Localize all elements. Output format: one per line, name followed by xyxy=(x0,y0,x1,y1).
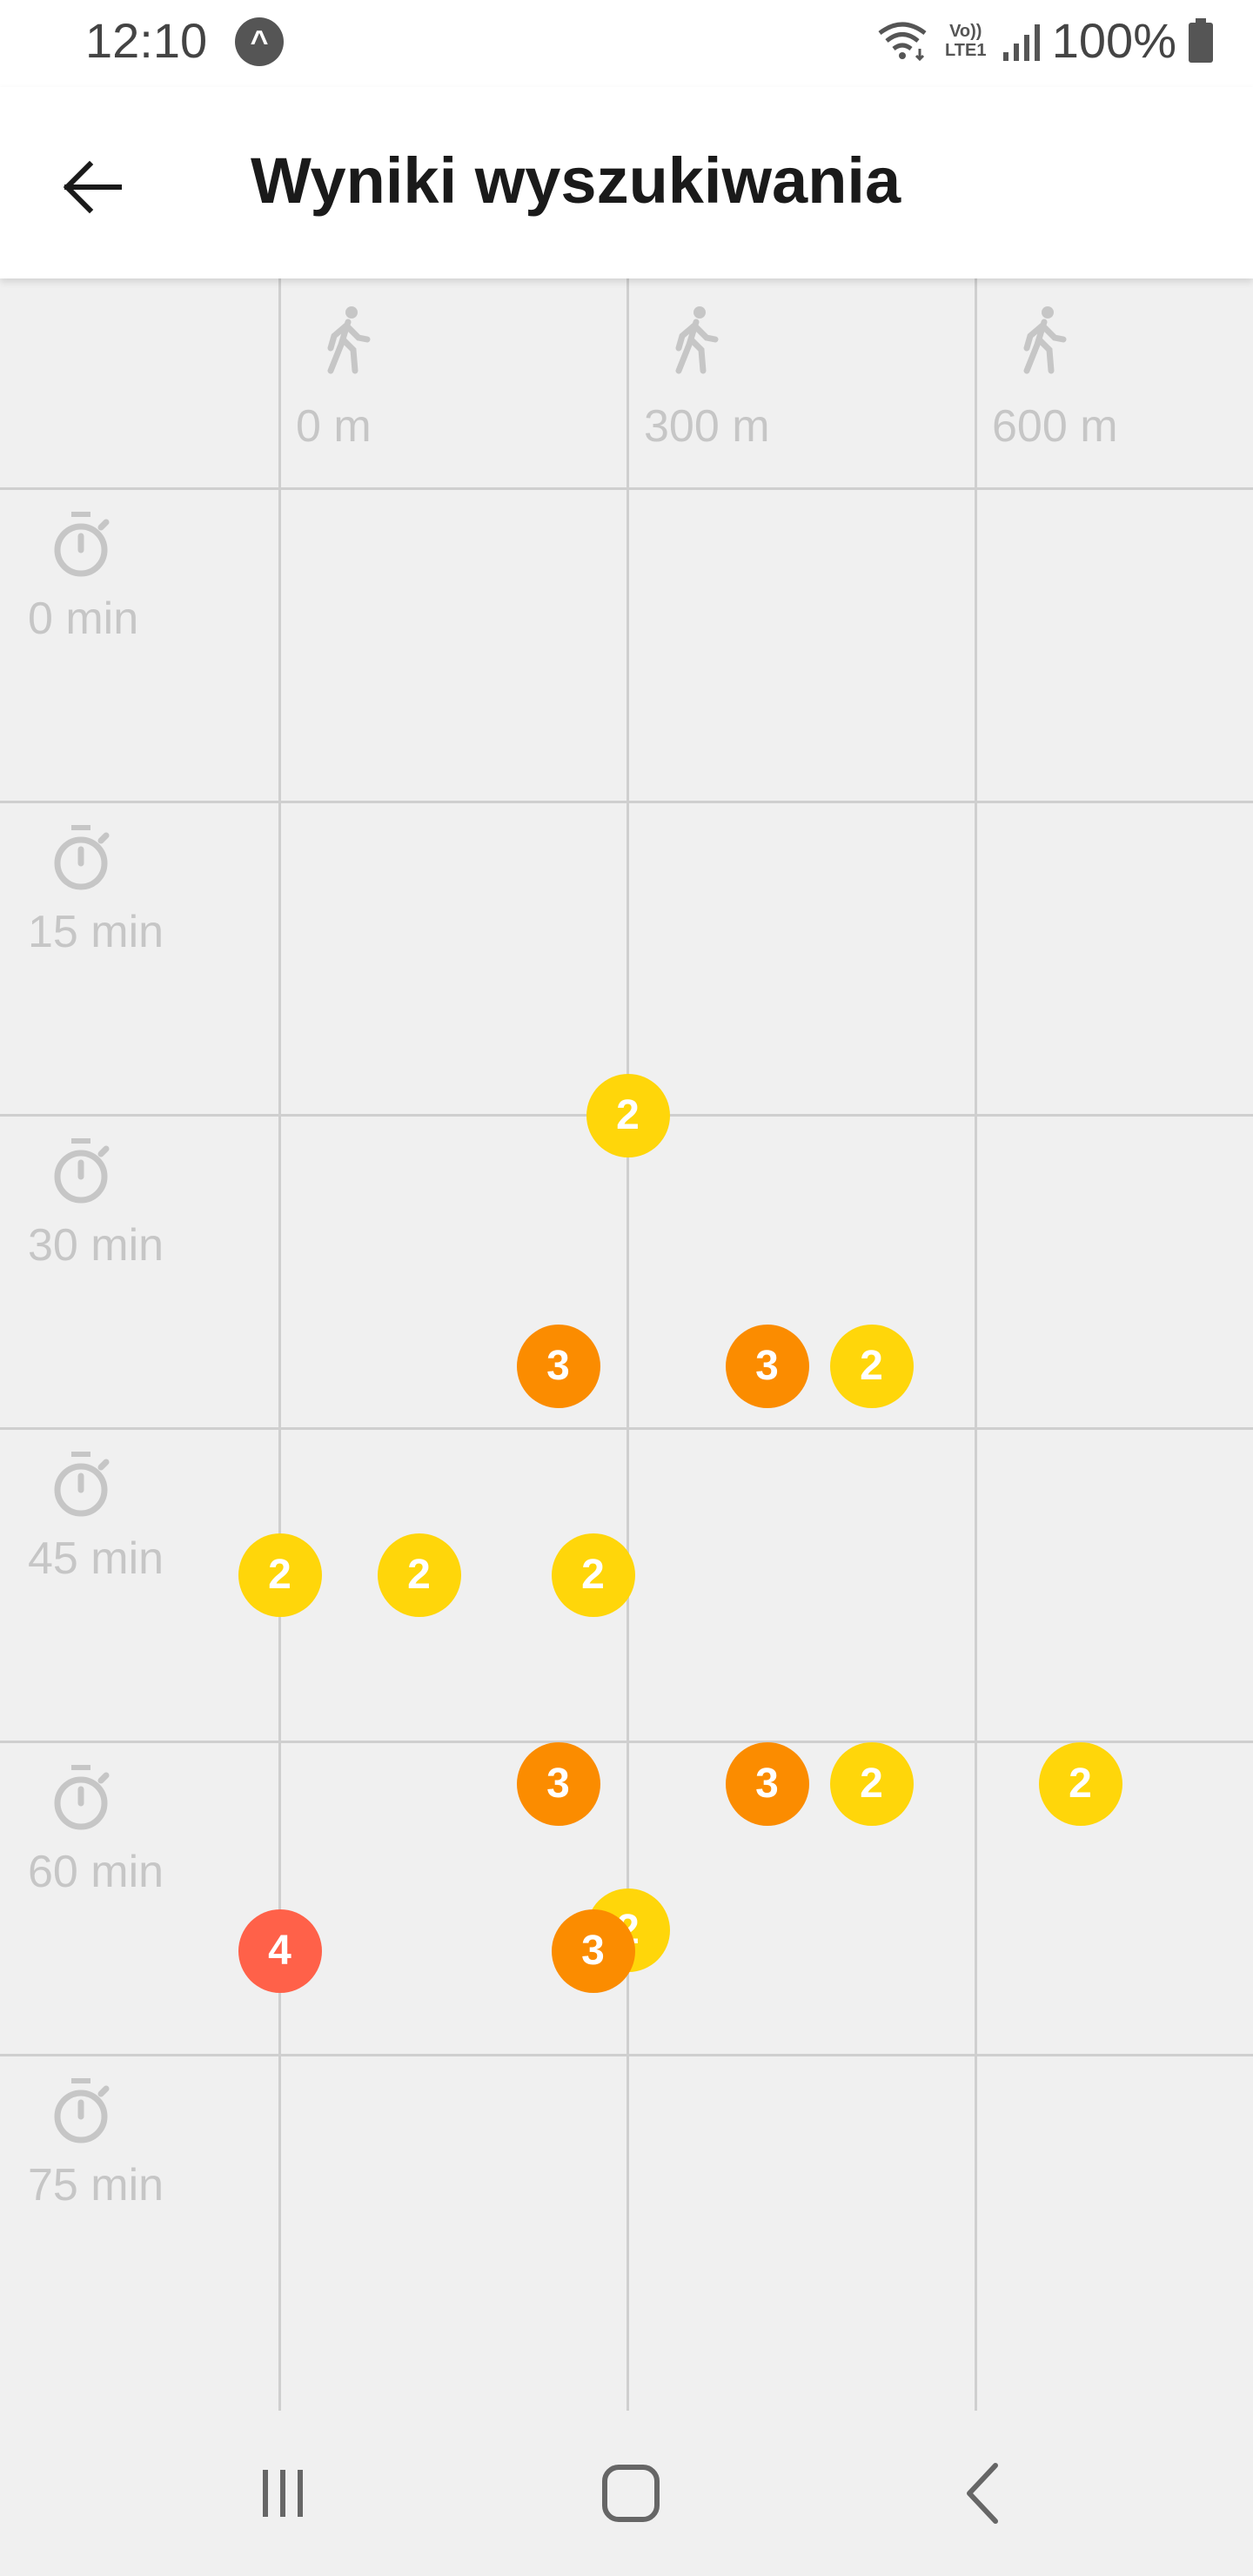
result-marker[interactable]: 2 xyxy=(377,1533,461,1617)
column-label: 600 m xyxy=(992,401,1118,452)
timer-icon xyxy=(54,1452,110,1517)
row-label: 30 min xyxy=(28,1220,164,1271)
system-nav-bar xyxy=(0,2411,1253,2576)
grid-line-h-1 xyxy=(0,801,1253,803)
result-marker[interactable]: 3 xyxy=(725,1324,809,1408)
app-bar: Wyniki wyszukiwania xyxy=(0,87,1253,278)
row-label: 0 min xyxy=(28,594,139,644)
grid-line-h-3 xyxy=(0,1427,1253,1430)
battery-percent: 100% xyxy=(1051,13,1176,68)
walk-icon xyxy=(1023,306,1067,374)
chevron-left-icon xyxy=(967,2463,998,2524)
column-label: 300 m xyxy=(644,401,770,452)
wifi-icon xyxy=(878,22,927,61)
result-marker[interactable]: 3 xyxy=(516,1741,600,1826)
walk-icon xyxy=(327,306,371,374)
signal-icon xyxy=(1002,23,1040,61)
result-marker[interactable]: 2 xyxy=(238,1533,322,1617)
page-title: Wyniki wyszukiwania xyxy=(251,144,901,217)
result-marker[interactable]: 2 xyxy=(829,1741,914,1826)
timer-icon xyxy=(54,512,110,577)
grid-line-h-5 xyxy=(0,2054,1253,2056)
grid-line-h-4 xyxy=(0,1741,1253,1743)
timer-icon xyxy=(54,825,110,890)
grid-line-v-2 xyxy=(975,278,977,2411)
row-label: 60 min xyxy=(28,1847,164,1897)
back-button[interactable] xyxy=(44,139,139,235)
row-label: 75 min xyxy=(28,2160,164,2210)
back-nav-button[interactable] xyxy=(922,2445,1044,2541)
status-right: Vo)) LTE1 100% xyxy=(874,12,1215,69)
walk-icon xyxy=(675,306,719,374)
status-bar: 12:10 ^ Vo)) LTE1 100% xyxy=(0,0,1253,87)
result-marker[interactable]: 2 xyxy=(1038,1741,1122,1826)
battery-icon xyxy=(1189,17,1213,63)
home-icon xyxy=(602,2465,660,2522)
recents-icon xyxy=(263,2470,303,2517)
timer-icon xyxy=(54,1765,110,1830)
grid-line-v-0 xyxy=(278,278,281,2411)
result-marker[interactable]: 3 xyxy=(551,1909,635,1993)
grid-line-v-1 xyxy=(626,278,629,2411)
result-marker[interactable]: 3 xyxy=(516,1324,600,1408)
timer-icon xyxy=(54,1138,110,1204)
result-marker[interactable]: 2 xyxy=(586,1073,670,1157)
result-marker[interactable]: 4 xyxy=(238,1909,322,1993)
network-type-label: Vo)) LTE1 xyxy=(945,21,987,60)
status-time: 12:10 xyxy=(85,13,208,68)
result-marker[interactable]: 3 xyxy=(725,1741,809,1826)
timer-icon xyxy=(54,2078,110,2143)
column-label: 0 m xyxy=(296,401,372,452)
home-button[interactable] xyxy=(570,2445,692,2541)
row-label: 15 min xyxy=(28,907,164,957)
row-label: 45 min xyxy=(28,1533,164,1584)
result-marker[interactable]: 2 xyxy=(829,1324,914,1408)
result-marker[interactable]: 2 xyxy=(551,1533,635,1617)
grid-line-h-0 xyxy=(0,487,1253,490)
arrow-back-icon xyxy=(63,160,122,214)
launcher-notification-icon: ^ xyxy=(235,17,284,66)
recents-button[interactable] xyxy=(222,2445,344,2541)
